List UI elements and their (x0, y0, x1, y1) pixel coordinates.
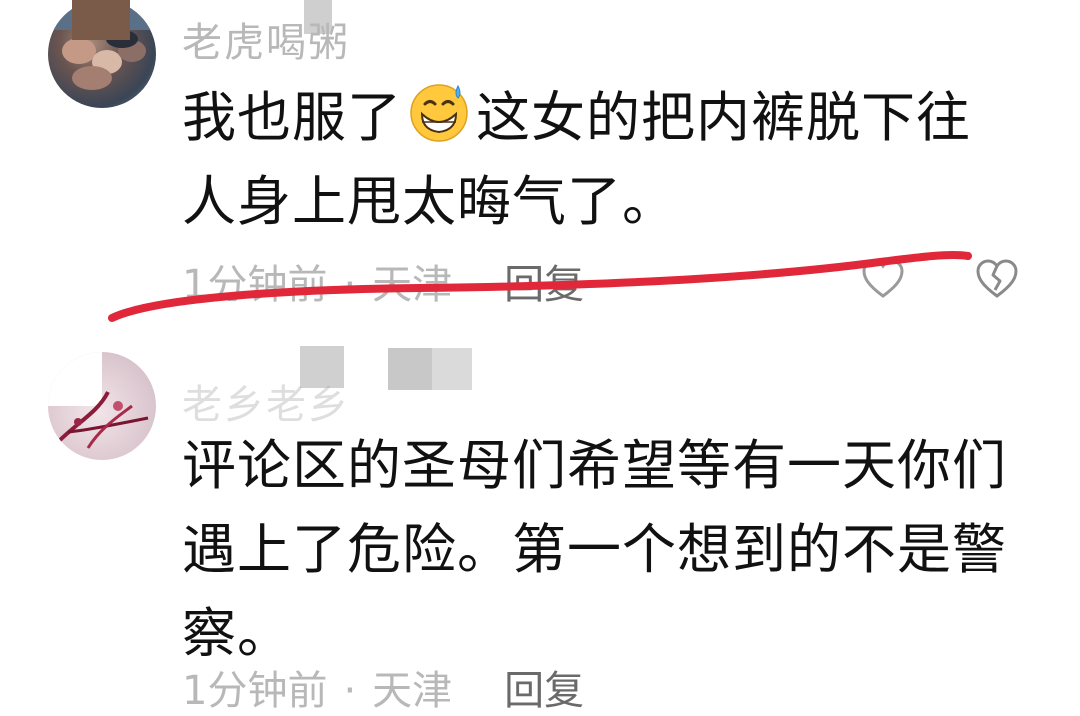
heart-outline-icon[interactable] (860, 256, 906, 302)
username-blur (388, 348, 432, 390)
comment-text: 评论区的圣母们希望等有一天你们遇上了危险。第一个想到的不是警察。 (182, 434, 1007, 665)
grinning-sweat-emoji (410, 84, 468, 142)
comment-location: 天津 (372, 262, 453, 308)
avatar[interactable] (48, 352, 156, 460)
username-blur (432, 348, 472, 390)
comment-text: 我也服了 这女的把内裤脱下往人身上甩太晦气了。 (182, 76, 1022, 244)
comment-item: 老虎喝粥 我也服了 这女的把内裤脱下往人身上甩太晦气了。 1分钟前 · 天津 回复 (0, 0, 1080, 330)
username[interactable]: 老乡老乡 (182, 372, 350, 430)
reply-button[interactable]: 回复 (504, 252, 584, 310)
comment-text-part: 我也服了 (182, 86, 402, 149)
avatar-art (56, 391, 149, 449)
comment-meta: 1分钟前 · 天津 回复 (182, 252, 584, 310)
reply-button[interactable]: 回复 (504, 658, 584, 716)
username[interactable]: 老虎喝粥 (182, 10, 350, 68)
meta-separator: · (343, 262, 357, 308)
comment-time: 1分钟前 (182, 668, 328, 714)
comment-meta: 1分钟前 · 天津 回复 (182, 658, 584, 716)
comment-item: 老乡老乡 评论区的圣母们希望等有一天你们遇上了危险。第一个想到的不是警察。 1分… (0, 340, 1080, 714)
broken-heart-icon[interactable] (974, 256, 1020, 302)
comment-location: 天津 (372, 668, 453, 714)
meta-separator: · (343, 668, 357, 714)
comment-time: 1分钟前 (182, 262, 328, 308)
username-blur (72, 0, 130, 40)
